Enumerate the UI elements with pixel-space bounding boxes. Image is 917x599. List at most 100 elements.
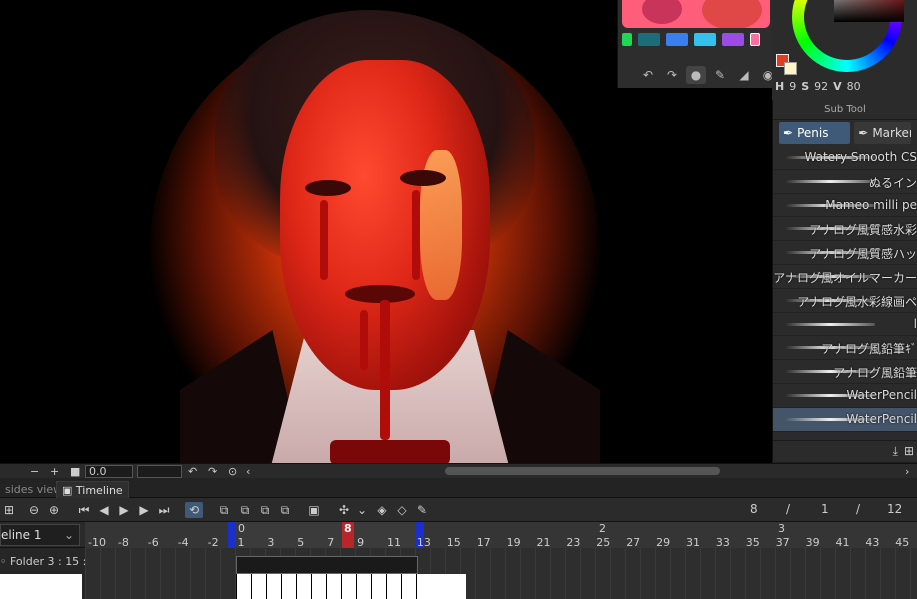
keyframe-icon[interactable]: ▣ — [305, 502, 323, 518]
folder-icon: ◦ — [0, 555, 7, 568]
ruler-tick-label: -2 — [207, 536, 219, 548]
palette-swatch[interactable] — [638, 33, 660, 46]
brush-stroke-preview — [785, 179, 875, 183]
ruler-tick-label: 5 — [297, 536, 305, 548]
ruler-tick-label: 11 — [387, 536, 401, 548]
tab-pen[interactable]: ✒ Penis — [779, 122, 851, 144]
horizontal-scrollbar[interactable] — [445, 467, 720, 475]
first-frame-icon[interactable]: ⏮ — [75, 502, 93, 518]
zoom-in-icon[interactable]: + — [50, 464, 59, 479]
palette-swatch[interactable] — [694, 33, 716, 46]
stop-icon[interactable]: ■ — [70, 464, 80, 479]
layer-panel-area — [0, 574, 82, 599]
counter-sep: / — [856, 502, 861, 516]
saturation-square[interactable] — [834, 0, 904, 22]
brush-item[interactable]: Watery Smooth CS — [773, 146, 917, 170]
tab-pen-label: Penis — [797, 126, 829, 140]
pen-color-icon[interactable]: ● — [686, 66, 706, 84]
brush-item[interactable]: アナログ風鉛筆 — [773, 360, 917, 384]
brush-item[interactable]: アナログ風水彩線画ペ — [773, 289, 917, 313]
layer-name[interactable]: ◦ Folder 3 : 15 : cel — [0, 552, 85, 572]
blood-drip — [380, 300, 390, 440]
cel-specification-strip[interactable] — [236, 556, 418, 574]
ruler-tick-label: -6 — [147, 536, 159, 548]
color-history-swatch[interactable] — [622, 0, 770, 28]
onion-skin-icon[interactable]: ⧉ — [256, 502, 274, 518]
timeline-select[interactable]: eline 1 ⌄ — [0, 524, 80, 546]
value-label: V — [833, 80, 842, 93]
add-keyframe-icon[interactable]: ◈ — [373, 502, 391, 518]
palette-swatch[interactable] — [622, 33, 632, 46]
hue-value: 9 — [789, 80, 797, 93]
reset-rotation-icon[interactable]: ⊙ — [228, 464, 237, 479]
new-timeline-icon[interactable]: ⊞ — [0, 502, 18, 518]
color-wheel[interactable] — [792, 0, 904, 72]
zoom-in-timeline-icon[interactable]: ⊕ — [45, 502, 63, 518]
brush-item-label: アナログ風オイルマーカー — [773, 270, 917, 285]
brush-item[interactable]: WaterPencil — [773, 407, 917, 432]
eraser-icon[interactable]: ◢ — [734, 66, 754, 84]
brush-item[interactable]: ぬるイン — [773, 170, 917, 194]
tab-timeline-label: Timeline — [75, 484, 123, 497]
previous-frame-icon[interactable]: ◀ — [95, 502, 113, 518]
ruler-tick-label: 23 — [566, 536, 581, 548]
tab-timeline[interactable]: ▣ Timeline — [56, 481, 129, 498]
brush-item[interactable]: l — [773, 313, 917, 337]
ruler-tick-label: 33 — [715, 536, 730, 548]
rotate-right-icon[interactable]: ↷ — [208, 464, 217, 479]
saturation-label: S — [801, 80, 810, 93]
pencil-icon[interactable]: ✎ — [710, 66, 730, 84]
brush-item[interactable]: アナログ風オイルマーカー — [773, 265, 917, 289]
range-start-marker[interactable] — [228, 522, 236, 548]
scroll-left-icon[interactable]: ‹ — [246, 464, 250, 479]
light-table-icon[interactable]: ⧉ — [276, 502, 294, 518]
brush-item[interactable]: アナログ風質感ハッ — [773, 241, 917, 265]
ruler-tick-label: 3 — [267, 536, 275, 548]
counter-total: 12 — [887, 502, 903, 516]
enable-keyframes-icon[interactable]: ✣ — [335, 502, 353, 518]
scroll-right-icon[interactable]: › — [905, 464, 909, 479]
ruler-tick-label: 31 — [686, 536, 700, 548]
timeline-icon: ▣ — [62, 484, 73, 497]
brush-item[interactable]: アナログ風質感水彩 — [773, 217, 917, 242]
new-subtool-icon[interactable]: ⊞ — [904, 444, 914, 459]
palette-swatch[interactable] — [666, 33, 688, 46]
redo-icon[interactable]: ↷ — [662, 66, 682, 84]
palette-row — [622, 33, 760, 46]
blood-drip — [412, 190, 420, 280]
tab-marker-label: Marker — [872, 126, 911, 140]
brush-item[interactable]: WaterPencil — [773, 384, 917, 408]
undo-icon[interactable]: ↶ — [638, 66, 658, 84]
palette-swatch[interactable] — [750, 33, 760, 46]
pencil-icon[interactable]: ✎ — [413, 502, 431, 518]
rotate-left-icon[interactable]: ↶ — [188, 464, 197, 479]
marker-icon: ✒ — [858, 126, 869, 140]
tab-marker[interactable]: ✒ Marker — [854, 122, 911, 144]
sub-color-swatch[interactable] — [784, 62, 797, 75]
brush-item-label: アナログ風質感水彩 — [809, 223, 917, 238]
frame-ruler[interactable]: 0 2 3 8 -10 -8 -6 -4 -2 1 3 5 7 9 11 13 15 17 19 21 23 25… — [85, 522, 917, 548]
chevron-down-icon[interactable]: ⌄ — [353, 502, 371, 518]
loop-icon[interactable]: ⟲ — [185, 502, 203, 518]
brush-item-label: アナログ風水彩線画ペ — [797, 294, 917, 309]
ruler-tick-label: -8 — [117, 536, 129, 548]
specify-cel-icon[interactable]: ⧉ — [236, 502, 254, 518]
blood-drip — [320, 200, 328, 280]
brush-item-label: l — [913, 316, 917, 331]
brush-item[interactable]: アナログ風鉛筆ｷﾞ — [773, 336, 917, 361]
zoom-out-icon[interactable]: − — [30, 464, 39, 479]
ruler-tick-label: 19 — [506, 536, 521, 548]
edit-keyframe-icon[interactable]: ◇ — [393, 502, 411, 518]
import-icon[interactable]: ⤓ — [893, 444, 898, 459]
rotation-field[interactable] — [137, 465, 182, 478]
zoom-out-timeline-icon[interactable]: ⊖ — [25, 502, 43, 518]
new-animation-cel-icon[interactable]: ⧉ — [215, 502, 233, 518]
next-frame-icon[interactable]: ▶ — [135, 502, 153, 518]
brush-item[interactable]: Mameo milli pe — [773, 194, 917, 218]
ruler-tick-label: 35 — [745, 536, 760, 548]
play-icon[interactable]: ▶ — [115, 502, 133, 518]
palette-swatch[interactable] — [722, 33, 744, 46]
zoom-field[interactable]: 0.0 — [85, 465, 133, 478]
last-frame-icon[interactable]: ⏭ — [155, 502, 173, 518]
subtool-tabs: ✒ Penis ✒ Marker — [773, 120, 917, 146]
